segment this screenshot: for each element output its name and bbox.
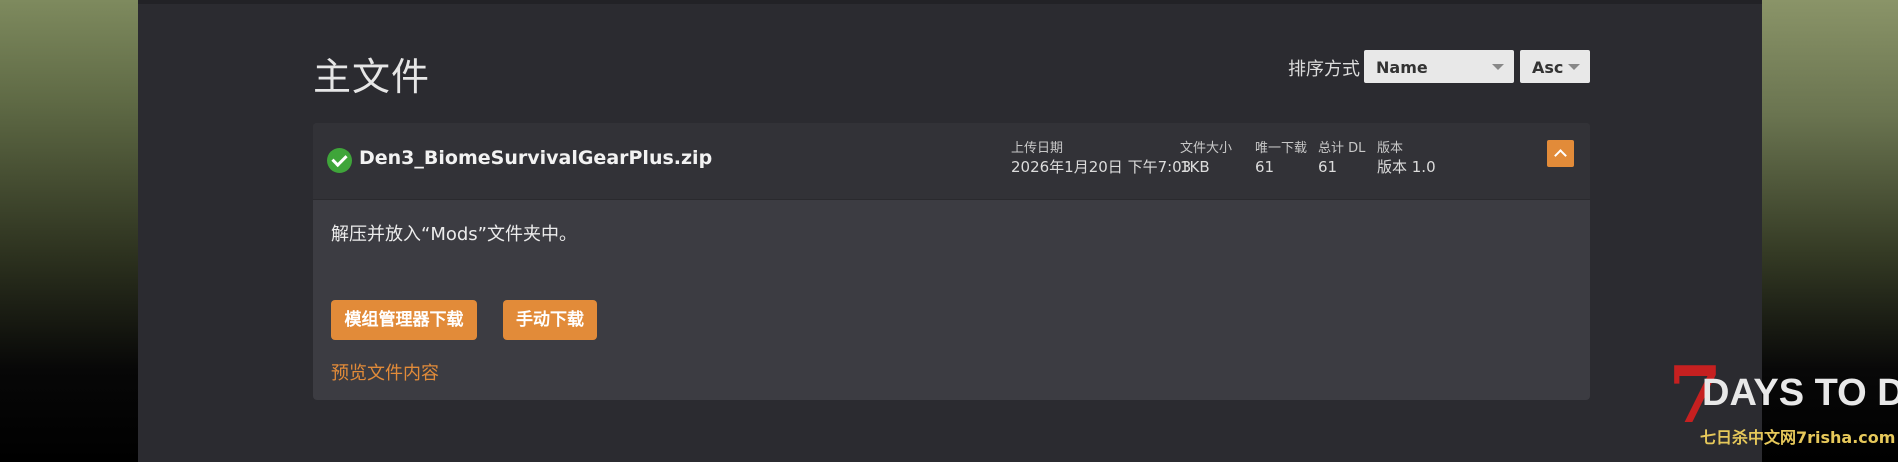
manual-download-button[interactable]: 手动下载 [503,300,597,340]
sort-field-value: Name [1376,58,1428,77]
sort-label: 排序方式 [1288,59,1360,80]
total-downloads-label: 总计 DL [1318,141,1366,156]
logo-text: DAYS TO DIE [1702,372,1898,414]
total-downloads-block: 总计 DL 61 [1318,140,1365,177]
total-downloads-value: 61 [1318,158,1338,176]
upload-date-value: 2026年1月20日 下午7:03 [1011,158,1192,176]
unique-downloads-value: 61 [1255,158,1275,176]
chevron-up-icon[interactable] [1547,140,1574,167]
background-left [0,0,138,462]
panel-divider [138,0,1762,4]
version-block: 版本 版本 1.0 [1377,140,1436,177]
version-value: 版本 1.0 [1377,158,1436,176]
sort-field-select[interactable]: Name [1364,50,1514,83]
file-description: 解压并放入“Mods”文件夹中。 [331,224,577,245]
mod-manager-download-button[interactable]: 模组管理器下载 [331,300,477,340]
section-title: 主文件 [313,55,431,99]
sort-order-select[interactable]: Asc [1520,50,1590,83]
caret-down-icon [1568,64,1580,70]
check-circle-icon [327,148,352,173]
game-logo-watermark: 7 DAYS TO DIE 七日杀中文网7risha.com [1668,356,1898,456]
file-card: Den3_BiomeSurvivalGearPlus.zip 上传日期 2026… [313,123,1590,400]
caret-down-icon [1492,64,1504,70]
unique-downloads-block: 唯一下载 61 [1255,140,1307,177]
unique-downloads-label: 唯一下载 [1255,141,1308,156]
upload-date-block: 上传日期 2026年1月20日 下午7:03 [1011,140,1191,177]
upload-date-label: 上传日期 [1011,141,1064,156]
file-name: Den3_BiomeSurvivalGearPlus.zip [359,147,713,169]
file-card-header[interactable]: Den3_BiomeSurvivalGearPlus.zip 上传日期 2026… [313,123,1590,200]
sort-order-value: Asc [1532,58,1564,77]
file-size-block: 文件大小 1KB [1180,140,1232,177]
version-label: 版本 [1377,141,1404,156]
site-watermark: 七日杀中文网7risha.com [1700,428,1896,447]
preview-contents-link[interactable]: 预览文件内容 [331,359,439,385]
main-panel: 主文件 排序方式 Name Asc Den3_BiomeSurvivalGear… [138,0,1762,462]
file-size-value: 1KB [1180,158,1210,176]
file-size-label: 文件大小 [1180,141,1233,156]
